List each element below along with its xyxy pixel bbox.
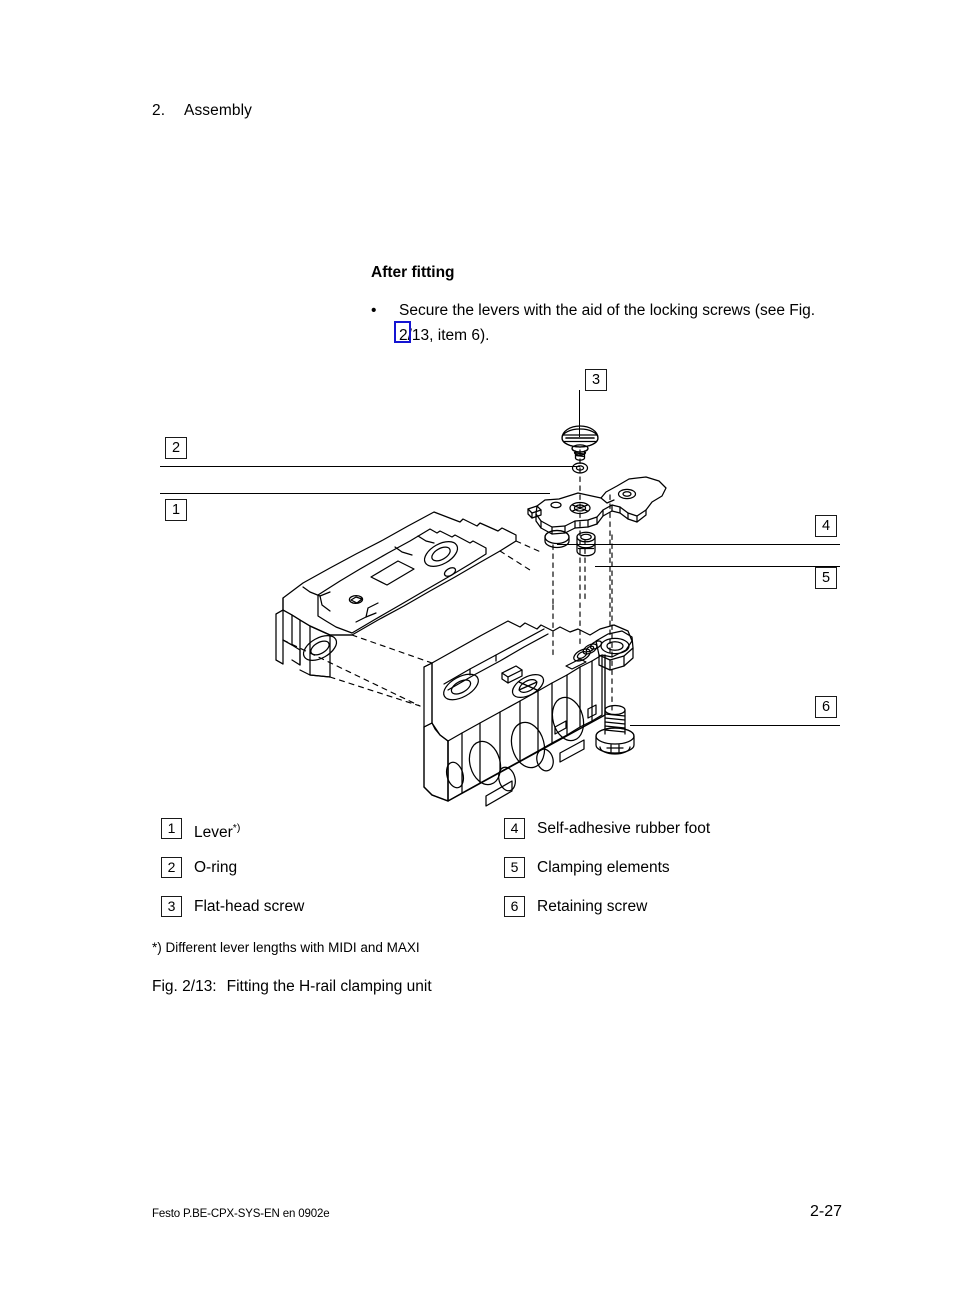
leader-line-3	[579, 390, 581, 437]
instruction-bullet: • Secure the levers with the aid of the …	[371, 298, 841, 348]
leader-line-1	[160, 493, 550, 495]
footer-page-number: 2-27	[809, 1203, 842, 1220]
legend-footnote-marker-1: *)	[232, 822, 241, 834]
legend-number-box-2: 2	[161, 857, 182, 878]
legend-label-3: Flat-head screw	[194, 898, 305, 915]
callout-5: 5	[815, 567, 837, 589]
figure-legend: 1 Lever*) 2 O-ring 3 Flat-head screw 4 Self-…	[0, 818, 954, 928]
footer-document-id: Festo P.BE-CPX-SYS-EN en 0902e	[152, 1208, 330, 1220]
section-title: After fitting	[371, 264, 455, 281]
legend-label-6: Retaining screw	[537, 898, 648, 915]
leader-line-5	[595, 566, 840, 568]
chapter-number: 2.	[152, 102, 166, 119]
legend-number-box-6: 6	[504, 896, 525, 917]
legend-item-5: 5 Clamping elements	[504, 857, 710, 896]
chapter-title: Assembly	[184, 102, 252, 119]
callout-4: 4	[815, 515, 837, 537]
chapter-header: 2. Assembly	[152, 102, 252, 120]
legend-label-1: Lever*)	[194, 818, 240, 843]
legend-label-5: Clamping elements	[537, 859, 670, 876]
legend-item-1: 1 Lever*)	[161, 818, 304, 857]
callout-2: 2	[165, 437, 187, 459]
legend-number-box-4: 4	[504, 818, 525, 839]
callout-3: 3	[585, 369, 607, 391]
legend-item-3: 3 Flat-head screw	[161, 896, 304, 935]
leader-line-6	[630, 725, 840, 727]
leader-line-2	[160, 466, 580, 468]
legend-label-1-text: Lever	[194, 824, 233, 842]
legend-label-2: O-ring	[194, 859, 238, 876]
exploded-assembly-drawing	[275, 425, 667, 807]
legend-item-4: 4 Self-adhesive rubber foot	[504, 818, 710, 857]
callout-6: 6	[815, 696, 837, 718]
leader-line-4	[557, 544, 840, 546]
document-page: 2. Assembly After fitting • Secure the le…	[0, 0, 954, 1306]
legend-label-4: Self-adhesive rubber foot	[537, 820, 711, 837]
legend-footnote: *) Different lever lengths with MIDI and…	[152, 940, 420, 955]
legend-column-right: 4 Self-adhesive rubber foot 5 Clamping ele…	[504, 818, 710, 935]
legend-item-2: 2 O-ring	[161, 857, 304, 896]
figure-caption-text: Fitting the H-rail clamping unit	[226, 978, 432, 995]
figure-caption: Fig. 2/13: Fitting the H-rail clamping un…	[152, 978, 432, 996]
figure-cross-reference-link[interactable]	[394, 321, 411, 343]
callout-1: 1	[165, 499, 187, 521]
bullet-marker-icon: •	[371, 302, 377, 319]
legend-item-6: 6 Retaining screw	[504, 896, 710, 935]
legend-number-box-5: 5	[504, 857, 525, 878]
legend-number-box-3: 3	[161, 896, 182, 917]
legend-column-left: 1 Lever*) 2 O-ring 3 Flat-head screw	[161, 818, 304, 935]
figure-number: Fig. 2/13:	[152, 978, 217, 995]
instruction-text: Secure the levers with the aid of the lo…	[399, 302, 816, 344]
legend-number-box-1: 1	[161, 818, 182, 839]
